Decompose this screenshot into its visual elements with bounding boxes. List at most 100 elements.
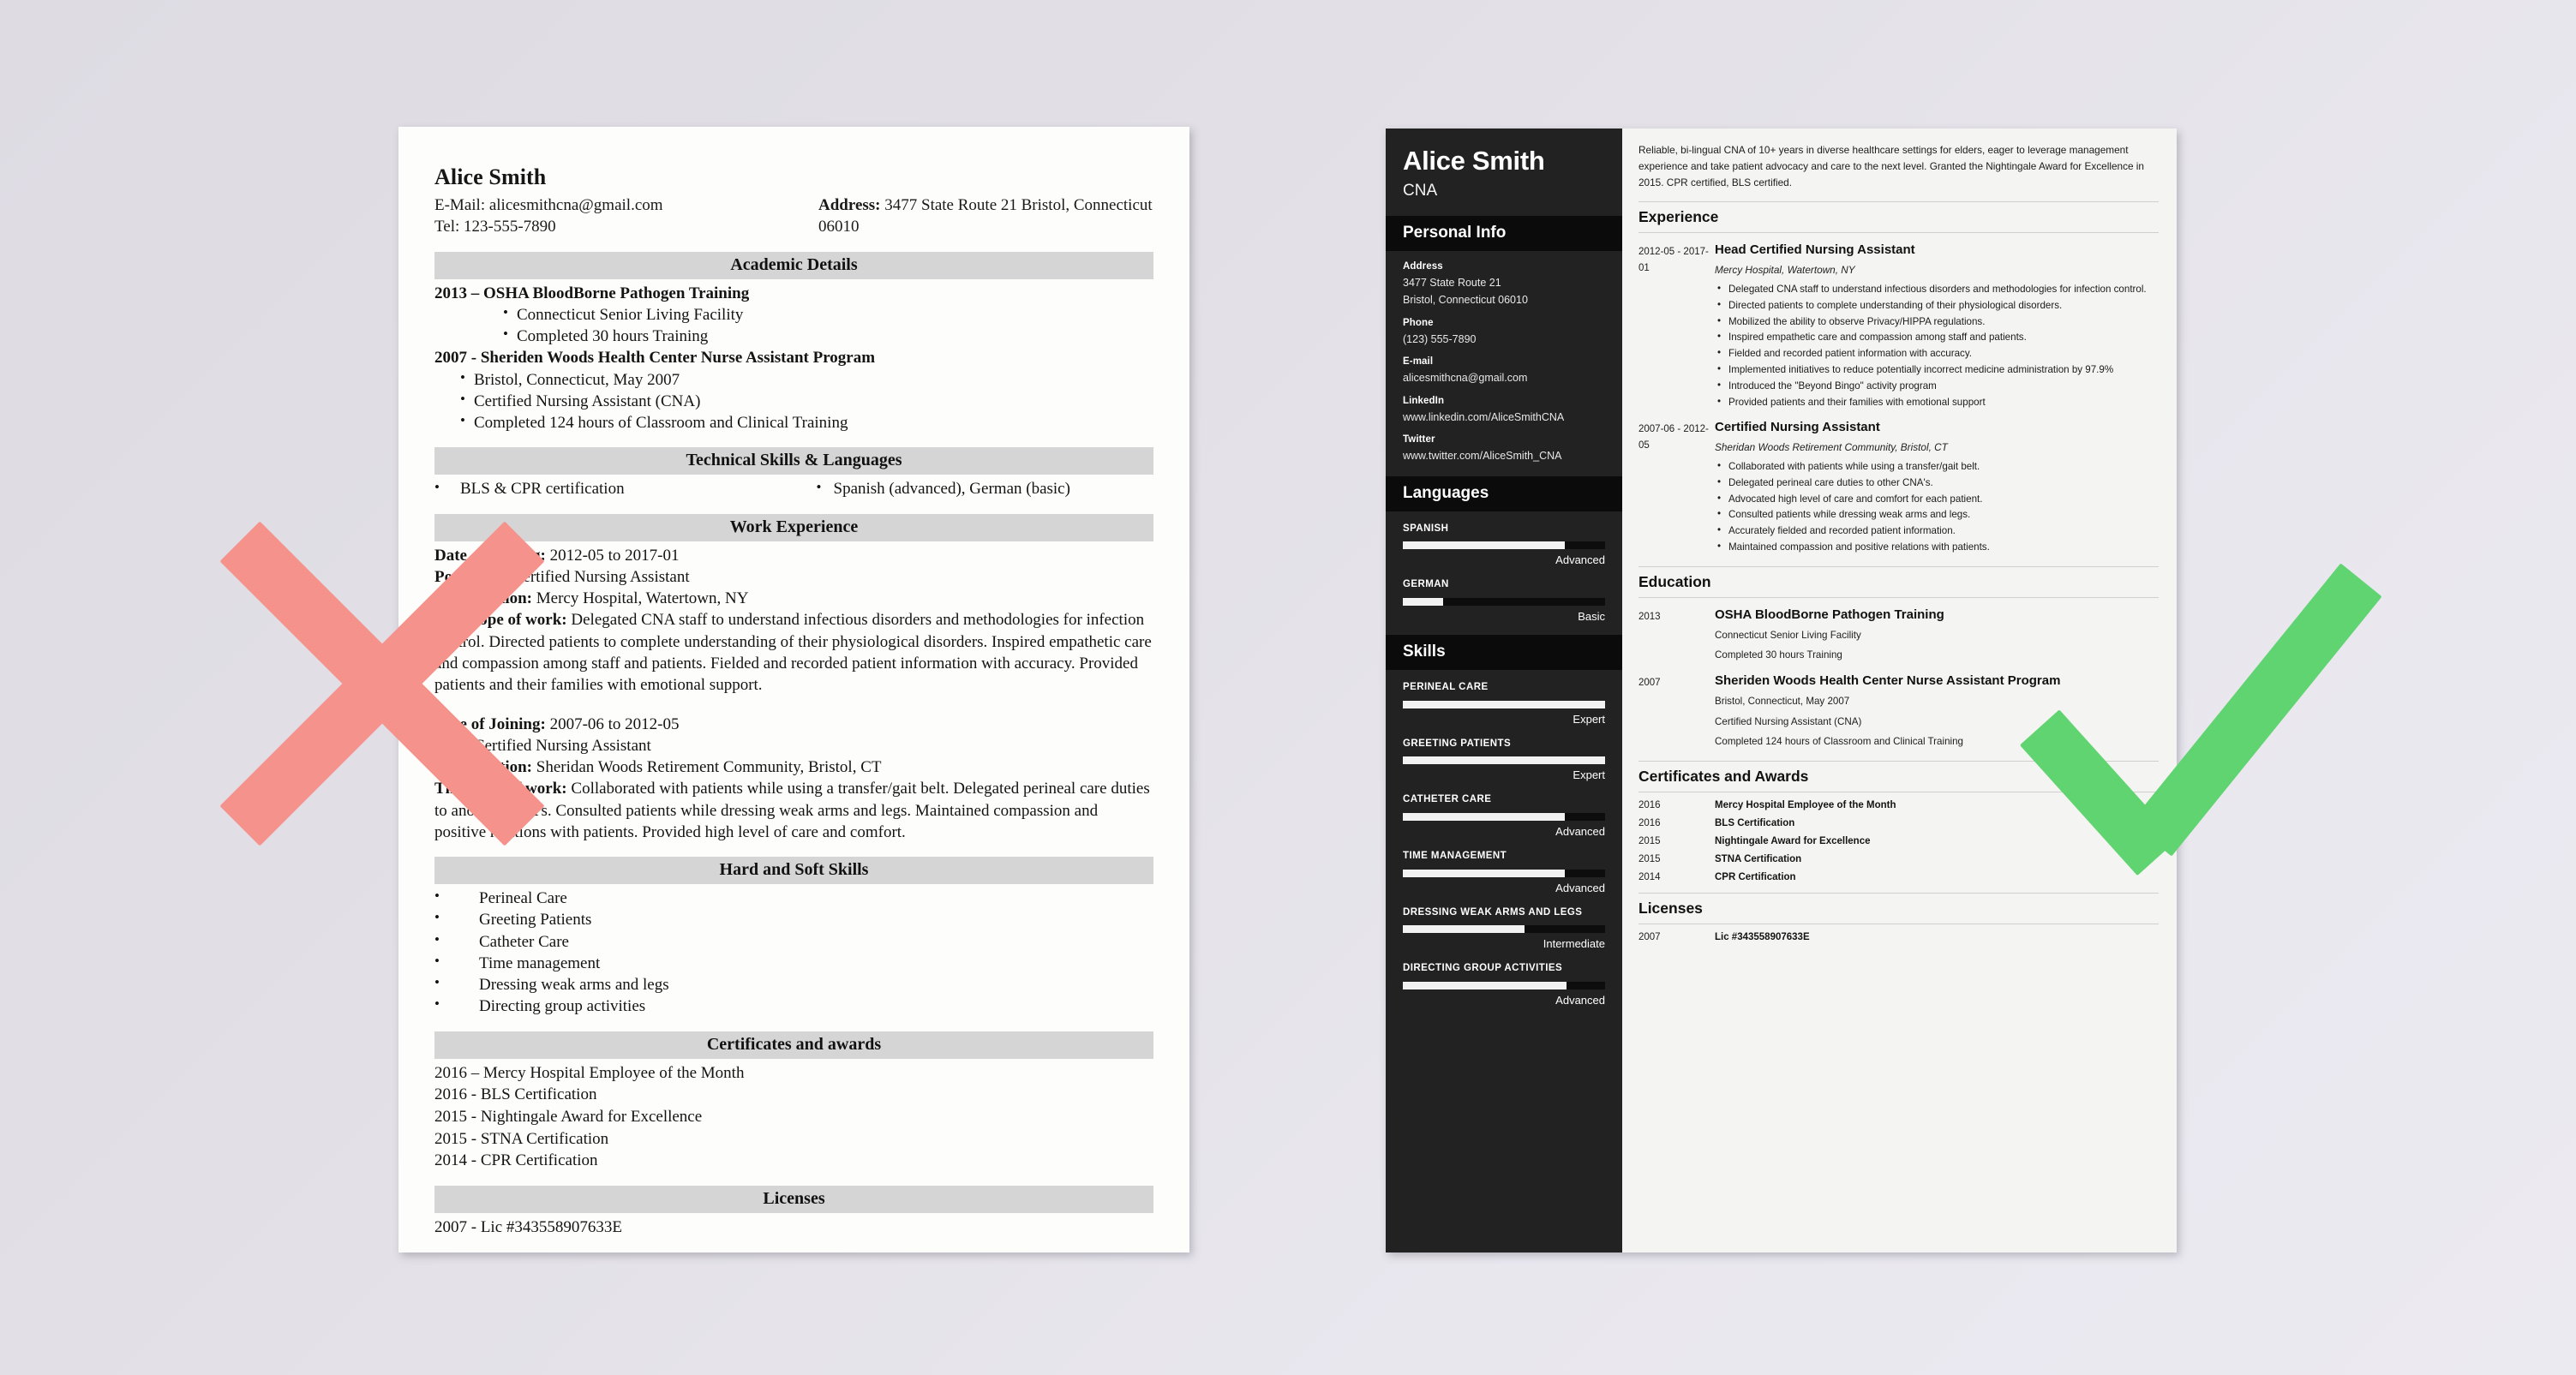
skill-level: Expert <box>1573 712 1605 726</box>
bad-certificates-list: 2016 – Mercy Hospital Employee of the Mo… <box>434 1062 1153 1172</box>
list-item: Completed 124 hours of Classroom and Cli… <box>455 411 1153 433</box>
bad-work-date-label: Date of Joining: <box>434 546 546 565</box>
skill-level: Advanced <box>1555 993 1605 1007</box>
field-label-linkedin: LinkedIn <box>1403 395 1445 406</box>
certificate-row: 2016 BLS Certification <box>1638 818 2159 828</box>
field-label-phone: Phone <box>1403 317 1434 328</box>
bad-work-post-label: Post: <box>434 567 470 586</box>
field-value-linkedin[interactable]: www.linkedin.com/AliceSmithCNA <box>1403 410 1605 426</box>
license-year: 2007 <box>1638 932 1661 943</box>
list-item: Greeting Patients <box>434 908 1153 930</box>
language-name: GERMAN <box>1403 579 1449 590</box>
list-item: Delegated CNA staff to understand infect… <box>1715 281 2159 298</box>
education-detail: Bristol, Connecticut, May 2007 <box>1715 695 1850 707</box>
bad-academic-list: 2013 – OSHA BloodBorne Pathogen Training… <box>434 283 1153 434</box>
list-item: 2015 - STNA Certification <box>434 1129 609 1148</box>
certificate-row: 2014 CPR Certification <box>1638 872 2159 882</box>
license-row: 2007 Lic #343558907633E <box>1638 932 2159 942</box>
good-languages-block: SPANISH Advanced GERMAN Basic <box>1386 511 1622 635</box>
bad-work-date-value: 2007-06 to 2012-05 <box>549 714 680 733</box>
skill-bar-track <box>1403 756 1605 765</box>
bad-work-date-value: 2012-05 to 2017-01 <box>549 546 680 565</box>
education-detail: Completed 124 hours of Classroom and Cli… <box>1715 736 1963 748</box>
field-value-address-line2: Bristol, Connecticut 06010 <box>1403 294 1528 307</box>
field-value-phone: (123) 555-7890 <box>1403 332 1477 345</box>
field-value-twitter[interactable]: www.twitter.com/AliceSmith_CNA <box>1403 449 1605 464</box>
good-section-education-header: Education <box>1638 565 2159 598</box>
bad-work-org-label: Organization: <box>434 589 532 608</box>
bad-work-scope-label: The scope of work: <box>434 611 567 630</box>
good-personal-info-block: Address 3477 State Route 21 Bristol, Con… <box>1386 251 1622 476</box>
education-date: 2013 <box>1638 611 1661 622</box>
list-item: Catheter Care <box>434 930 1153 953</box>
bad-work-post-label: Post: <box>434 736 470 755</box>
list-item: 2016 - BLS Certification <box>434 1085 597 1104</box>
skill-item: GREETING PATIENTS Expert <box>1403 737 1605 781</box>
good-resume-sidebar: Alice Smith CNA Personal Info Address 34… <box>1386 129 1622 1252</box>
bad-technical-list: • BLS & CPR certification • Spanish (adv… <box>434 478 1153 499</box>
bad-work-org-value: Mercy Hospital, Watertown, NY <box>536 589 749 608</box>
language-name: SPANISH <box>1403 523 1449 534</box>
good-resume-job-title: CNA <box>1403 181 1438 200</box>
list-item: Provided patients and their families wit… <box>1715 394 2159 411</box>
skill-level: Advanced <box>1555 881 1605 894</box>
skill-bar-fill <box>1403 925 1525 934</box>
experience-date: 2012-05 - 2017-01 <box>1638 247 1709 273</box>
field-label-email: E-mail <box>1403 356 1434 368</box>
skill-bar-track <box>1403 812 1605 821</box>
education-title: Sheriden Woods Health Center Nurse Assis… <box>1715 673 2061 689</box>
good-sidebar-header: Alice Smith CNA <box>1386 129 1622 216</box>
list-item: Spanish (advanced), German (basic) <box>833 480 1070 499</box>
bad-section-skills-header: Hard and Soft Skills <box>434 857 1153 885</box>
bad-work-post-value: Certified Nursing Assistant <box>473 736 651 755</box>
list-item: 2007 - Lic #343558907633E <box>434 1217 623 1236</box>
list-item: BLS & CPR certification <box>460 480 625 499</box>
language-item: SPANISH Advanced <box>1403 522 1605 566</box>
bad-academic-bullets: Connecticut Senior Living Facility Compl… <box>498 303 1153 348</box>
list-item: Implemented initiatives to reduce potent… <box>1715 362 2159 379</box>
list-item: Collaborated with patients while using a… <box>1715 458 2159 475</box>
language-bar-track <box>1403 597 1605 606</box>
bad-work-list: Date of Joining: 2012-05 to 2017-01 Post… <box>434 545 1153 843</box>
language-level: Basic <box>1578 609 1605 623</box>
field-value-email[interactable]: alicesmithcna@gmail.com <box>1403 371 1605 386</box>
skill-name: PERINEAL CARE <box>1403 681 1489 692</box>
bad-academic-heading: 2007 - Sheriden Woods Health Center Nurs… <box>434 349 876 368</box>
skill-name: GREETING PATIENTS <box>1403 738 1512 749</box>
education-date: 2007 <box>1638 678 1661 689</box>
list-item: Delegated perineal care duties to other … <box>1715 475 2159 492</box>
skill-bar-track <box>1403 925 1605 934</box>
bad-work-scope-label: The scope of work: <box>434 780 567 798</box>
certificate-year: 2014 <box>1638 872 1661 883</box>
skill-bar-track <box>1403 700 1605 708</box>
list-item: 2016 – Mercy Hospital Employee of the Mo… <box>434 1063 745 1082</box>
experience-organization: Sheridan Woods Retirement Community, Bri… <box>1715 441 1948 454</box>
good-certificates-list: 2016 Mercy Hospital Employee of the Mont… <box>1638 800 2159 882</box>
skill-name: DIRECTING GROUP ACTIVITIES <box>1403 963 1563 974</box>
list-item: Completed 30 hours Training <box>498 325 1153 347</box>
bad-academic-heading: 2013 – OSHA BloodBorne Pathogen Training <box>434 284 750 302</box>
bad-resume-name: Alice Smith <box>434 164 547 189</box>
certificate-year: 2016 <box>1638 818 1661 829</box>
skill-bar-track <box>1403 869 1605 877</box>
field-label-twitter: Twitter <box>1403 434 1435 445</box>
good-resume-name: Alice Smith <box>1403 146 1545 176</box>
bad-work-entry: Date of Joining: 2007-06 to 2012-05 Post… <box>434 714 1153 844</box>
education-detail: Certified Nursing Assistant (CNA) <box>1715 715 1862 727</box>
skill-level: Intermediate <box>1543 937 1605 951</box>
experience-role: Certified Nursing Assistant <box>1715 420 1880 435</box>
bad-academic-bullets: Bristol, Connecticut, May 2007 Certified… <box>455 368 1153 434</box>
education-title: OSHA BloodBorne Pathogen Training <box>1715 607 1944 622</box>
bad-skills-list: Perineal Care Greeting Patients Catheter… <box>434 887 1153 1018</box>
experience-entry: 2007-06 - 2012-05 Certified Nursing Assi… <box>1638 420 2159 555</box>
certificate-year: 2016 <box>1638 800 1661 811</box>
list-item: Perineal Care <box>434 887 1153 909</box>
list-item: Dressing weak arms and legs <box>434 973 1153 995</box>
bad-resume-document: Alice Smith E-Mail: alicesmithcna@gmail.… <box>398 127 1189 1252</box>
education-detail: Connecticut Senior Living Facility <box>1715 629 1861 641</box>
list-item: 2015 - Nightingale Award for Excellence <box>434 1107 703 1126</box>
skill-bar-fill <box>1403 812 1565 821</box>
bad-resume-tel: Tel: 123-555-7890 <box>434 218 556 236</box>
language-item: GERMAN Basic <box>1403 577 1605 623</box>
language-bar-fill <box>1403 541 1565 550</box>
